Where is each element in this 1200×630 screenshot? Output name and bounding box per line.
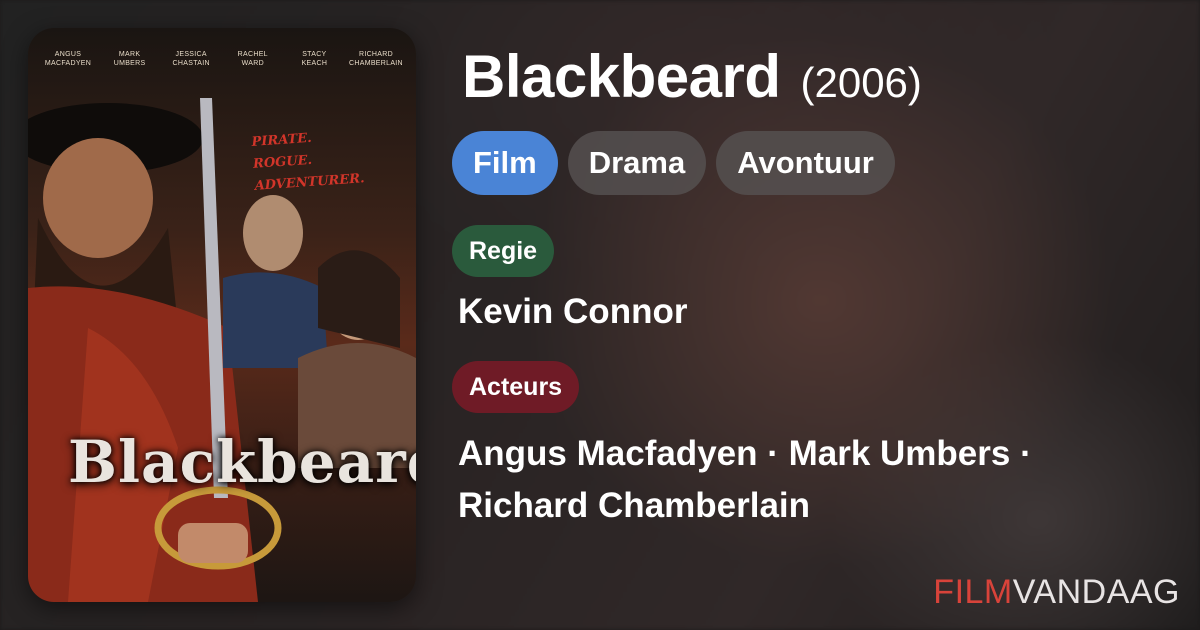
cast-line[interactable]: Richard Chamberlain [458, 480, 1158, 532]
title-row: Blackbeard (2006) [462, 42, 922, 111]
brand-logo[interactable]: FILMVANDAAG [933, 573, 1180, 612]
poster-artwork [28, 98, 416, 602]
movie-title: Blackbeard [462, 43, 781, 110]
poster-cast-names: ANGUS MACFADYEN MARK UMBERS JESSICA CHASTAI… [38, 50, 406, 68]
tag-drama[interactable]: Drama [567, 131, 707, 195]
poster-title: Blackbeard [68, 428, 416, 496]
poster-cast-name: RACHEL WARD [237, 51, 268, 67]
movie-poster[interactable]: ANGUS MACFADYEN MARK UMBERS JESSICA CHASTAI… [28, 28, 416, 602]
poster-cast-name: STACY KEACH [301, 51, 328, 67]
poster-tagline: PIRATE. ROGUE. ADVENTURER. [251, 120, 416, 198]
director-label: Regie [452, 225, 555, 277]
poster-cast-name: MARK UMBERS [113, 51, 146, 67]
poster-cast-name: RICHARD CHAMBERLAIN [349, 51, 403, 67]
cast-label: Acteurs [452, 361, 580, 413]
poster-cast-name: ANGUS MACFADYEN [44, 51, 92, 67]
movie-year: (2006) [800, 59, 922, 106]
brand-logo-part: FILM [933, 573, 1013, 611]
genre-tags: Film Drama Avontuur [452, 131, 895, 195]
cast-line[interactable]: Angus Macfadyen · Mark Umbers · [458, 428, 1158, 480]
tag-avontuur[interactable]: Avontuur [716, 131, 895, 195]
director-name[interactable]: Kevin Connor [458, 292, 687, 332]
cast-list: Angus Macfadyen · Mark Umbers · Richard … [458, 428, 1158, 532]
brand-logo-part: VANDAAG [1012, 573, 1180, 611]
tag-film[interactable]: Film [452, 131, 558, 195]
poster-cast-name: JESSICA CHASTAIN [172, 51, 210, 67]
